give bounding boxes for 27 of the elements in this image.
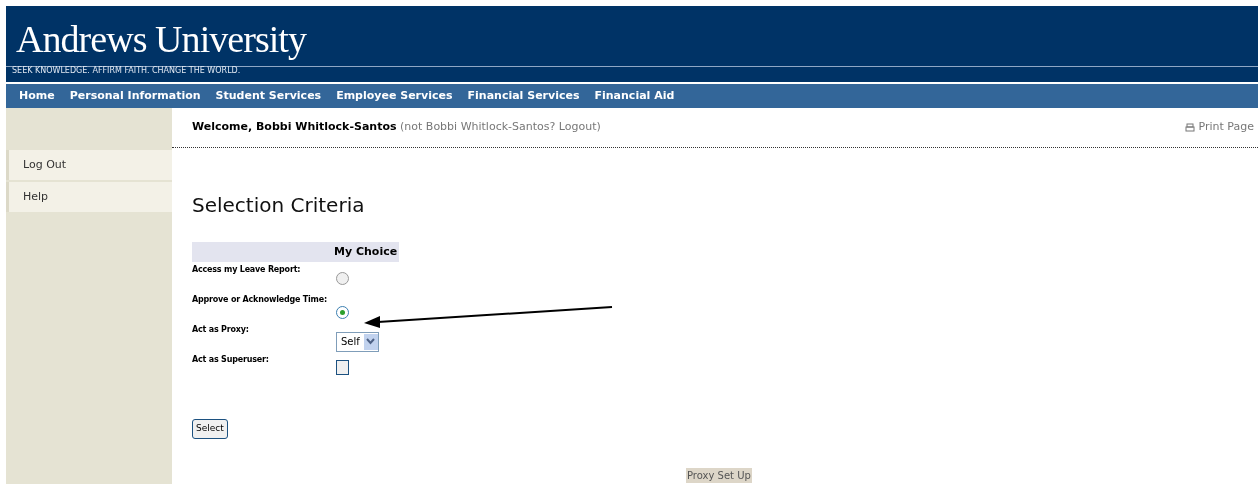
select-button[interactable]: Select [192,418,228,439]
sidebar-link[interactable]: Help [6,182,172,212]
nav-link[interactable]: Financial Services [467,87,580,105]
printer-icon [1184,122,1195,133]
field-label: Act as Superuser: [192,354,270,365]
field-label: Act as Proxy: [192,324,250,335]
caret-icon [363,333,378,350]
radio-button[interactable] [336,306,349,319]
nav-link[interactable]: Financial Aid [594,87,675,105]
tagline: SEEK KNOWLEDGE. AFFIRM FAITH. CHANGE THE WORLD. [12,67,241,75]
logout-link[interactable]: (not Bobbi Whitlock-Santos? Logout) [400,120,601,134]
proxy-setup-link[interactable]: Proxy Set Up [686,468,752,483]
welcome-text: Welcome, Bobbi Whitlock-Santos [192,120,397,134]
nav-link[interactable]: Personal Information [69,87,201,105]
radio-button[interactable] [336,272,349,285]
page-heading: Selection Criteria [192,192,366,219]
nav-link[interactable]: Employee Services [336,87,453,105]
column-header: My Choice [332,242,400,262]
university-logo: Andrews University [16,20,307,58]
proxy-dropdown[interactable]: Self [336,331,379,352]
field-label: Approve or Acknowledge Time: [192,294,328,305]
nav-link[interactable]: Home [19,87,55,105]
sidebar-link[interactable]: Log Out [6,150,172,180]
field-label: Access my Leave Report: [192,264,302,275]
checkbox[interactable] [336,360,349,375]
print-page-link[interactable]: Print Page [1184,119,1254,136]
nav-link[interactable]: Student Services [215,87,322,105]
